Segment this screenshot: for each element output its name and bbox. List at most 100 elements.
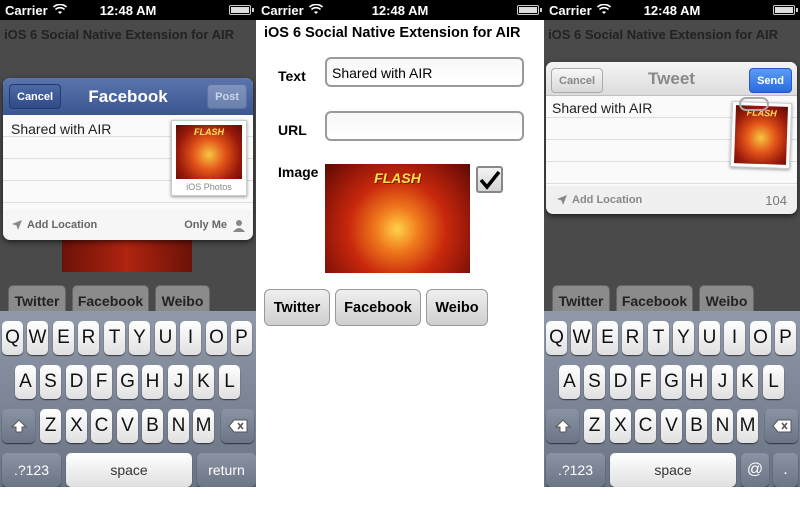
tweet-send-button[interactable]: Send <box>749 68 792 93</box>
facebook-cancel-button[interactable]: Cancel <box>9 84 62 109</box>
shift-arrow-icon <box>554 419 571 433</box>
at-key[interactable]: @ <box>741 453 769 487</box>
key-z[interactable]: Z <box>40 409 61 443</box>
key-u[interactable]: U <box>699 321 720 355</box>
key-l[interactable]: L <box>219 365 240 399</box>
key-p[interactable]: P <box>231 321 252 355</box>
image-caption: FLASH <box>374 170 421 186</box>
key-q[interactable]: Q <box>546 321 567 355</box>
period-key[interactable]: . <box>773 453 798 487</box>
facebook-audience-selector[interactable]: Only Me <box>184 219 245 232</box>
key-p[interactable]: P <box>775 321 796 355</box>
text-field[interactable]: Shared with AIR <box>325 57 524 87</box>
key-s[interactable]: S <box>584 365 605 399</box>
key-f[interactable]: F <box>635 365 656 399</box>
key-f[interactable]: F <box>91 365 112 399</box>
key-t[interactable]: T <box>648 321 669 355</box>
space-key[interactable]: space <box>610 453 736 487</box>
key-j[interactable]: J <box>712 365 733 399</box>
key-r[interactable]: R <box>622 321 643 355</box>
wifi-icon <box>596 3 611 18</box>
key-a[interactable]: A <box>15 365 36 399</box>
key-h[interactable]: H <box>142 365 163 399</box>
key-w[interactable]: W <box>571 321 592 355</box>
key-z[interactable]: Z <box>584 409 605 443</box>
key-t[interactable]: T <box>104 321 125 355</box>
key-e[interactable]: E <box>597 321 618 355</box>
status-bar: Carrier 12:48 AM <box>544 0 800 20</box>
tweet-message-text: Shared with AIR <box>552 100 653 116</box>
tweet-cancel-button[interactable]: Cancel <box>551 68 604 93</box>
key-w[interactable]: W <box>27 321 48 355</box>
facebook-nav-bar: Cancel Facebook Post <box>3 78 253 115</box>
facebook-audience-label: Only Me <box>184 219 227 231</box>
tweet-sheet-title: Tweet <box>648 68 695 88</box>
key-i[interactable]: I <box>180 321 201 355</box>
shift-key[interactable] <box>546 409 579 443</box>
key-c[interactable]: C <box>635 409 656 443</box>
tweet-add-location-label: Add Location <box>572 194 643 206</box>
air-sample-app-screen: Carrier 12:48 AM iOS 6 Social Native Ext… <box>256 0 544 487</box>
key-k[interactable]: K <box>193 365 214 399</box>
weibo-button[interactable]: Weibo <box>426 289 488 326</box>
battery-icon <box>773 5 798 15</box>
key-y[interactable]: Y <box>129 321 150 355</box>
return-key[interactable]: return <box>197 453 256 487</box>
key-v[interactable]: V <box>117 409 138 443</box>
tweet-composer-screen: Carrier 12:48 AM iOS 6 Social Native Ext… <box>544 0 800 487</box>
delete-icon <box>227 419 247 433</box>
key-x[interactable]: X <box>610 409 631 443</box>
key-a[interactable]: A <box>559 365 580 399</box>
twitter-button[interactable]: Twitter <box>264 289 330 326</box>
carrier-label: Carrier <box>261 2 304 18</box>
key-q[interactable]: Q <box>2 321 23 355</box>
facebook-photo-caption: iOS Photos <box>186 182 232 192</box>
key-g[interactable]: G <box>117 365 138 399</box>
key-m[interactable]: M <box>737 409 758 443</box>
key-o[interactable]: O <box>750 321 771 355</box>
numbers-key[interactable]: .?123 <box>546 453 605 487</box>
delete-key[interactable] <box>221 409 254 443</box>
facebook-post-button[interactable]: Post <box>207 84 247 109</box>
facebook-sheet-footer: Add Location Only Me <box>3 210 253 240</box>
delete-key[interactable] <box>765 409 798 443</box>
key-n[interactable]: N <box>712 409 733 443</box>
checkmark-icon <box>479 170 500 190</box>
key-k[interactable]: K <box>737 365 758 399</box>
key-i[interactable]: I <box>724 321 745 355</box>
url-field[interactable] <box>325 111 524 141</box>
key-d[interactable]: D <box>610 365 631 399</box>
key-l[interactable]: L <box>763 365 784 399</box>
space-key[interactable]: space <box>66 453 192 487</box>
key-b[interactable]: B <box>686 409 707 443</box>
key-e[interactable]: E <box>53 321 74 355</box>
tweet-nav-bar: Cancel Tweet Send <box>546 62 797 96</box>
tweet-add-location[interactable]: Add Location <box>556 194 642 206</box>
facebook-button[interactable]: Facebook <box>335 289 421 326</box>
key-o[interactable]: O <box>206 321 227 355</box>
facebook-message-text: Shared with AIR <box>11 121 112 137</box>
key-n[interactable]: N <box>168 409 189 443</box>
key-g[interactable]: G <box>661 365 682 399</box>
key-y[interactable]: Y <box>673 321 694 355</box>
facebook-add-location[interactable]: Add Location <box>11 219 97 231</box>
shift-key[interactable] <box>2 409 35 443</box>
carrier-label: Carrier <box>549 2 592 18</box>
key-d[interactable]: D <box>66 365 87 399</box>
key-v[interactable]: V <box>661 409 682 443</box>
key-x[interactable]: X <box>66 409 87 443</box>
image-checkbox[interactable] <box>476 166 503 193</box>
facebook-thumb-caption: FLASH <box>194 127 224 137</box>
app-title: iOS 6 Social Native Extension for AIR <box>264 25 521 41</box>
tweet-compose-sheet: Cancel Tweet Send Shared with AIR FLASH … <box>546 62 797 214</box>
numbers-key[interactable]: .?123 <box>2 453 61 487</box>
key-b[interactable]: B <box>142 409 163 443</box>
key-c[interactable]: C <box>91 409 112 443</box>
key-m[interactable]: M <box>193 409 214 443</box>
key-s[interactable]: S <box>40 365 61 399</box>
key-j[interactable]: J <box>168 365 189 399</box>
key-r[interactable]: R <box>78 321 99 355</box>
key-u[interactable]: U <box>155 321 176 355</box>
battery-icon <box>229 5 254 15</box>
key-h[interactable]: H <box>686 365 707 399</box>
